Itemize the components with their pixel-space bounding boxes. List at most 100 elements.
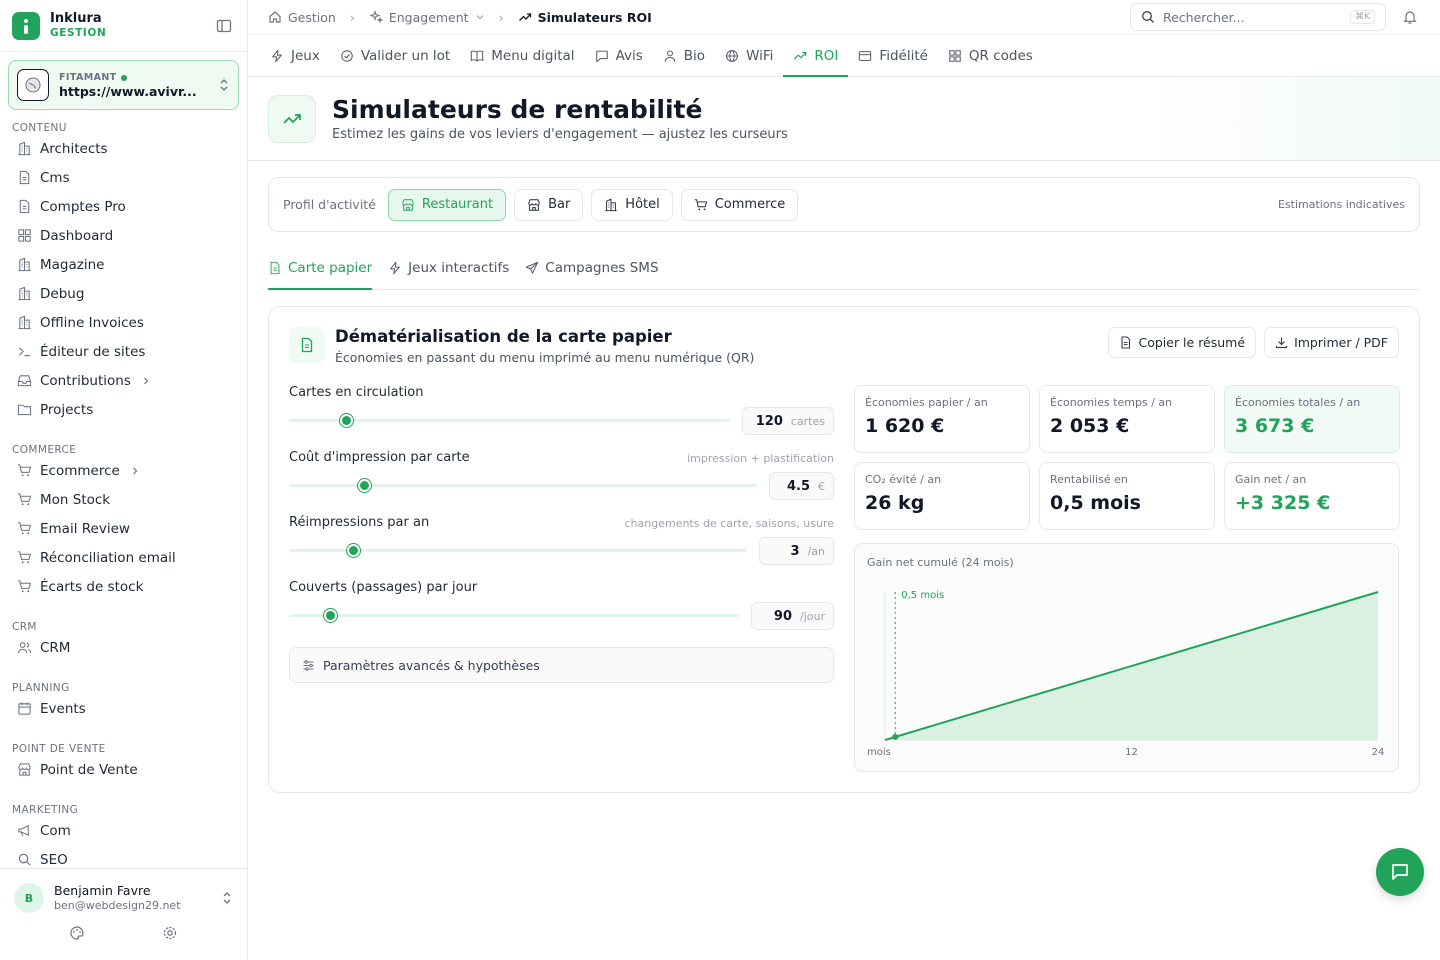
slider-thumb[interactable] — [357, 479, 371, 492]
value-input[interactable]: 3/an — [758, 537, 834, 565]
building-icon — [16, 141, 32, 157]
chevron-updown-icon — [220, 79, 228, 91]
breakeven-point — [892, 733, 899, 740]
profile-option-restaurant[interactable]: Restaurant — [387, 188, 507, 221]
copy-summary-button[interactable]: Copier le résumé — [1108, 327, 1257, 358]
stat-economies-totales-an: Économies totales / an 3 673 € — [1224, 385, 1400, 453]
sidebar-item-editeur-de-sites[interactable]: Éditeur de sites — [0, 337, 247, 366]
sidebar-item-contributions[interactable]: Contributions — [0, 366, 247, 395]
sidebar-item-label: Architects — [40, 140, 108, 157]
sidebar-item-email-review[interactable]: Email Review — [0, 514, 247, 543]
shortcut-badge: ⌘K — [1350, 10, 1375, 24]
sidebar-item-label: Events — [40, 700, 86, 717]
sidebar-item-comptes-pro[interactable]: Comptes Pro — [0, 192, 247, 221]
sidebar-item-magazine[interactable]: Magazine — [0, 250, 247, 279]
sidebar-item-ecommerce[interactable]: Ecommerce — [0, 456, 247, 485]
sidebar-item-debug[interactable]: Debug — [0, 279, 247, 308]
sidebar-item-seo[interactable]: SEO — [0, 845, 247, 868]
tab-bio[interactable]: Bio — [653, 35, 715, 76]
sidebar-item-dashboard[interactable]: Dashboard — [0, 221, 247, 250]
cart-icon — [694, 198, 708, 212]
avatar: B — [14, 883, 44, 913]
subtab-label: Campagnes SMS — [545, 260, 659, 276]
sidebar-item-cms[interactable]: Cms — [0, 163, 247, 192]
tab-fidelite[interactable]: Fidélité — [848, 35, 938, 76]
profile-option-hotel[interactable]: Hôtel — [591, 188, 673, 221]
slider-track[interactable] — [289, 544, 747, 557]
qr-icon — [948, 49, 962, 63]
tab-jeux[interactable]: Jeux — [260, 35, 330, 76]
sidebar-item-architects[interactable]: Architects — [0, 134, 247, 163]
stat-co-evite-an: CO₂ évité / an 26 kg — [854, 462, 1030, 530]
nav-section-title: POINT DE VENTE — [12, 743, 106, 755]
stat-label: Économies temps / an — [1050, 396, 1173, 409]
profile-option-bar[interactable]: Bar — [514, 188, 584, 221]
tab-roi[interactable]: ROI — [783, 35, 849, 77]
sidebar-item-offline-invoices[interactable]: Offline Invoices — [0, 308, 247, 337]
sidebar-item-mon-stock[interactable]: Mon Stock — [0, 485, 247, 514]
control-cartes-en-circulation: Cartes en circulation 120 cartes — [289, 385, 834, 450]
subtab-label: Jeux interactifs — [408, 260, 510, 276]
profile-note: Estimations indicatives — [1277, 198, 1405, 211]
search-input[interactable]: Rechercher... ⌘K — [1130, 3, 1386, 31]
value-input[interactable]: 90/jour — [751, 602, 834, 630]
tab-menu-digital[interactable]: Menu digital — [460, 35, 584, 76]
tab-label: Fidélité — [879, 47, 928, 64]
breadcrumb-section[interactable]: Engagement — [389, 10, 469, 25]
brand-logo — [12, 11, 40, 40]
profile-option-label: Restaurant — [421, 197, 494, 212]
site-label: FITAMANT — [59, 72, 117, 83]
search-icon — [16, 852, 32, 868]
profile-option-commerce[interactable]: Commerce — [680, 188, 799, 221]
user-menu[interactable]: B Benjamin Favre ben@webdesign29.net — [0, 869, 247, 913]
slider-track[interactable] — [289, 609, 739, 622]
sidebar-item-ecarts-de-stock[interactable]: Écarts de stock — [0, 572, 247, 601]
chat-button[interactable] — [1376, 848, 1424, 896]
slider-thumb[interactable] — [323, 609, 337, 622]
store-icon — [16, 762, 32, 778]
palette-icon[interactable] — [69, 925, 85, 941]
slider-thumb[interactable] — [340, 414, 354, 427]
tab-valider-un-lot[interactable]: Valider un lot — [330, 35, 460, 76]
store-icon — [401, 198, 415, 212]
site-switcher[interactable]: FITAMANT https://www.avivr... — [8, 60, 239, 110]
sidebar-item-label: Magazine — [40, 256, 105, 273]
sidebar-item-reconciliation-email[interactable]: Réconciliation email — [0, 543, 247, 572]
sidebar-toggle-button[interactable] — [213, 15, 235, 37]
tab-qr-codes[interactable]: QR codes — [938, 35, 1043, 76]
card-title: Dématérialisation de la carte papier — [335, 327, 672, 346]
breadcrumb-home[interactable]: Gestion — [288, 10, 336, 25]
sidebar-item-label: SEO — [40, 851, 68, 868]
bell-icon[interactable] — [1400, 9, 1420, 25]
sidebar-item-events[interactable]: Events — [0, 694, 247, 723]
folder-icon — [16, 402, 32, 418]
value-input[interactable]: 120 cartes — [741, 407, 834, 435]
subtab-campagnes-sms[interactable]: Campagnes SMS — [525, 248, 659, 288]
tab-avis[interactable]: Avis — [585, 35, 653, 76]
stat-label: CO₂ évité / an — [865, 473, 942, 486]
settings-icon[interactable] — [162, 925, 178, 941]
subtab-label: Carte papier — [288, 260, 373, 276]
chart-canvas: 0,5 mois mois 12 24 — [867, 590, 1384, 758]
slider-thumb[interactable] — [347, 544, 361, 557]
value-input[interactable]: 4.5 € — [769, 472, 834, 500]
advanced-settings-label: Paramètres avancés & hypothèses — [323, 657, 540, 673]
tab-wifi[interactable]: WiFi — [715, 35, 783, 76]
sidebar-item-point-de-vente[interactable]: Point de Vente — [0, 755, 247, 784]
chevron-right-icon — [141, 376, 151, 386]
subtab-jeux-interactifs[interactable]: Jeux interactifs — [388, 248, 509, 288]
breakeven-label: 0,5 mois — [901, 590, 944, 601]
print-pdf-button[interactable]: Imprimer / PDF — [1264, 327, 1399, 358]
advanced-settings-toggle[interactable]: Paramètres avancés & hypothèses — [289, 647, 834, 683]
sidebar-item-projects[interactable]: Projects — [0, 395, 247, 424]
download-icon — [1275, 337, 1288, 349]
sidebar-item-com[interactable]: Com — [0, 816, 247, 845]
tab-label: Bio — [683, 47, 706, 64]
tab-label: ROI — [814, 47, 839, 64]
slider-track[interactable] — [289, 479, 757, 492]
card-icon — [858, 49, 872, 63]
slider-track[interactable] — [289, 414, 730, 427]
sidebar-item-crm[interactable]: CRM — [0, 633, 247, 662]
sidebar-item-label: Comptes Pro — [40, 198, 126, 215]
subtab-carte-papier[interactable]: Carte papier — [268, 248, 373, 290]
